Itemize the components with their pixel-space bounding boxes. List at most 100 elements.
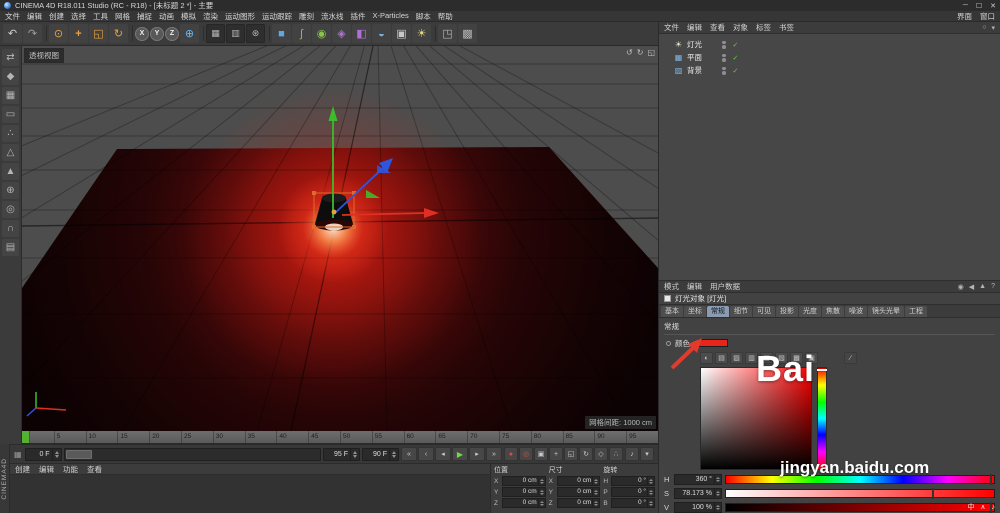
om-menu-item[interactable]: 书签 <box>779 22 794 33</box>
am-menu-item[interactable]: 编辑 <box>687 281 702 292</box>
end-frame-field[interactable]: 95 F <box>323 447 360 461</box>
attribute-tab[interactable]: 坐标 <box>684 306 706 317</box>
record-scale-button[interactable]: ◱ <box>564 447 578 461</box>
coordinate-input[interactable]: 0 cm <box>502 487 546 497</box>
add-primitive-icon[interactable]: ■ <box>272 24 291 43</box>
loop-end-field[interactable]: 90 F <box>362 447 399 461</box>
menubar-item[interactable]: 编辑 <box>27 11 42 22</box>
am-menu-item[interactable]: 模式 <box>664 281 679 292</box>
workplane-mode-icon[interactable]: ▭ <box>2 106 19 123</box>
am-lock-icon[interactable]: ◉ <box>958 283 964 291</box>
om-menu-item[interactable]: 编辑 <box>687 22 702 33</box>
menubar-item[interactable]: 选择 <box>71 11 86 22</box>
coordinate-input[interactable]: 0 cm <box>556 476 601 486</box>
coordinate-input[interactable]: 0 ° <box>611 487 656 497</box>
attribute-tab[interactable]: 工程 <box>905 306 927 317</box>
enabled-check-icon[interactable]: ✓ <box>733 67 739 75</box>
om-menu-item[interactable]: 标签 <box>756 22 771 33</box>
timeline-ruler[interactable]: 05101520253035404550556065707580859095 <box>22 431 658 444</box>
play-button[interactable]: ▶ <box>452 447 468 461</box>
menubar-item[interactable]: 运动跟踪 <box>262 11 292 22</box>
redo-view-icon[interactable]: ↻ <box>637 48 644 57</box>
coordinate-input[interactable]: 0 ° <box>611 498 656 508</box>
menubar-item[interactable]: 动画 <box>159 11 174 22</box>
playback-options-button[interactable]: ▾ <box>640 447 654 461</box>
undo-view-icon[interactable]: ↺ <box>626 48 633 57</box>
frame-spinner[interactable] <box>51 448 61 460</box>
menubar-item[interactable]: X-Particles <box>373 11 409 22</box>
am-help-icon[interactable]: ? <box>991 283 995 291</box>
menubar-item[interactable]: 雕刻 <box>299 11 314 22</box>
menubar-item[interactable]: 网格 <box>115 11 130 22</box>
menubar-item[interactable]: 渲染 <box>203 11 218 22</box>
edges-mode-icon[interactable]: △ <box>2 144 19 161</box>
om-menu-item[interactable]: 文件 <box>664 22 679 33</box>
add-deformer-icon[interactable]: ◧ <box>352 24 371 43</box>
coordinate-system-icon[interactable]: ⊕ <box>180 24 199 43</box>
menubar-item[interactable]: 脚本 <box>416 11 431 22</box>
snap-icon[interactable]: ∩ <box>2 220 19 237</box>
attribute-tab[interactable]: 投影 <box>776 306 798 317</box>
make-editable-icon[interactable]: ⇄ <box>2 49 19 66</box>
attribute-tab[interactable]: 噪波 <box>845 306 867 317</box>
attribute-tab[interactable]: 可见 <box>753 306 775 317</box>
goto-end-button[interactable]: » <box>486 447 502 461</box>
attribute-tab[interactable]: 细节 <box>730 306 752 317</box>
object-row-light[interactable]: ☀ 灯光 ✓ <box>659 38 1000 51</box>
rotate-tool-icon[interactable]: ↻ <box>109 24 128 43</box>
move-tool-icon[interactable]: + <box>69 24 88 43</box>
coordinate-input[interactable]: 0 cm <box>556 498 601 508</box>
record-keyframe-button[interactable]: ● <box>504 447 518 461</box>
maximize-button[interactable]: ☐ <box>976 2 982 10</box>
workplane-lock-icon[interactable]: ▤ <box>2 239 19 256</box>
goto-start-button[interactable]: « <box>401 447 417 461</box>
am-menu-item[interactable]: 用户数据 <box>710 281 740 292</box>
brightness-slider[interactable] <box>725 502 995 513</box>
menubar-item[interactable]: 创建 <box>49 11 64 22</box>
visibility-dots[interactable] <box>722 40 726 49</box>
saturation-value-field[interactable]: 78.173 % <box>674 488 722 499</box>
coordinate-input[interactable]: 0 cm <box>502 476 546 486</box>
saturation-slider[interactable] <box>725 488 995 499</box>
add-spline-icon[interactable]: ∫ <box>292 24 311 43</box>
current-frame-field[interactable]: 0 F <box>24 447 62 461</box>
live-selection-icon[interactable]: ⊙ <box>49 24 68 43</box>
enabled-check-icon[interactable]: ✓ <box>733 41 739 49</box>
toggle-views-icon[interactable]: ◱ <box>647 48 655 57</box>
om-filter-icon[interactable]: ▾ <box>991 24 995 32</box>
brightness-value-field[interactable]: 100 % <box>674 502 722 513</box>
am-back-icon[interactable]: ◀ <box>969 283 974 291</box>
attribute-tab[interactable]: 焦散 <box>822 306 844 317</box>
timeline-playhead[interactable] <box>22 431 30 443</box>
autokey-button[interactable]: ◎ <box>519 447 533 461</box>
visibility-dots[interactable] <box>722 66 726 75</box>
eyedropper-icon[interactable]: ∕ <box>844 352 857 364</box>
prev-key-button[interactable]: ‹ <box>418 447 434 461</box>
menubar-item[interactable]: 界面 <box>957 11 972 22</box>
record-rotation-button[interactable]: ↻ <box>579 447 593 461</box>
material-menu-item[interactable]: 创建 <box>15 464 30 475</box>
next-frame-button[interactable]: ▸ <box>469 447 485 461</box>
material-menu-item[interactable]: 查看 <box>87 464 102 475</box>
object-row-plane[interactable]: ▦ 平面 ✓ <box>659 51 1000 64</box>
viewport-3d-scene[interactable] <box>22 46 658 431</box>
record-parameter-button[interactable]: ◇ <box>594 447 608 461</box>
menubar-item[interactable]: 窗口 <box>980 11 995 22</box>
hue-strip[interactable] <box>817 367 827 470</box>
x-axis-lock-button[interactable]: X <box>135 26 149 41</box>
menubar-item[interactable]: 文件 <box>5 11 20 22</box>
viewport-solo-icon[interactable]: ◎ <box>2 201 19 218</box>
object-name[interactable]: 背景 <box>687 65 719 76</box>
om-search-icon[interactable]: ○ <box>982 24 986 32</box>
enable-axis-icon[interactable]: ⊕ <box>2 182 19 199</box>
menubar-item[interactable]: 插件 <box>351 11 366 22</box>
attribute-tab[interactable]: 常规 <box>707 306 729 317</box>
menubar-item[interactable]: 模拟 <box>181 11 196 22</box>
color-spectrum-icon[interactable]: ▤ <box>715 352 728 364</box>
model-mode-icon[interactable]: ◆ <box>2 68 19 85</box>
hue-marker[interactable] <box>817 369 827 371</box>
texture-mode-icon[interactable]: ▦ <box>2 87 19 104</box>
prev-frame-button[interactable]: ◂ <box>435 447 451 461</box>
object-row-background[interactable]: ▨ 背景 ✓ <box>659 64 1000 77</box>
add-light-icon[interactable]: ☀ <box>412 24 431 43</box>
